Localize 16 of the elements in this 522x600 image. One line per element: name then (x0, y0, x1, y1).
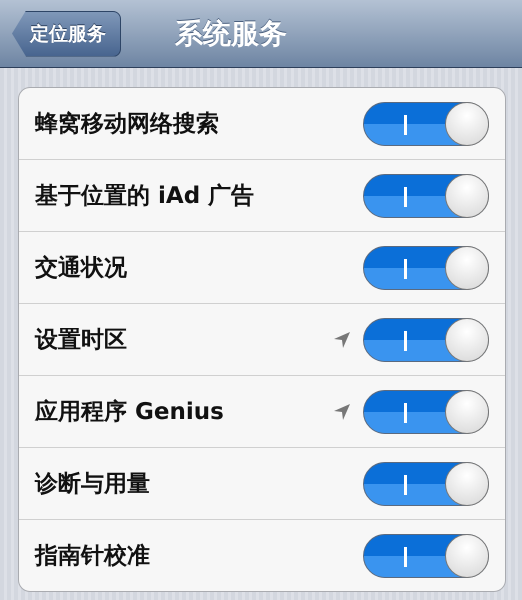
row-label: 指南针校准 (35, 542, 151, 571)
toggle-switch[interactable] (363, 534, 489, 578)
row-label: 诊断与用量 (35, 470, 151, 499)
toggle-switch[interactable] (363, 246, 489, 290)
row-label: 应用程序 Genius (35, 398, 225, 427)
row-label: 蜂窝移动网络搜索 (35, 110, 220, 139)
toggle-switch[interactable] (363, 102, 489, 146)
row-label: 交通状况 (35, 254, 128, 283)
toggle-switch[interactable] (363, 462, 489, 506)
toggle-switch[interactable] (363, 390, 489, 434)
toggle-switch[interactable] (363, 318, 489, 362)
toggle-switch[interactable] (363, 174, 489, 218)
row-label: 设置时区 (35, 326, 128, 355)
nav-title: 系统服务 (175, 16, 287, 52)
row-label: 基于位置的 iAd 广告 (35, 182, 256, 211)
back-button[interactable]: 定位服务 (12, 10, 121, 56)
